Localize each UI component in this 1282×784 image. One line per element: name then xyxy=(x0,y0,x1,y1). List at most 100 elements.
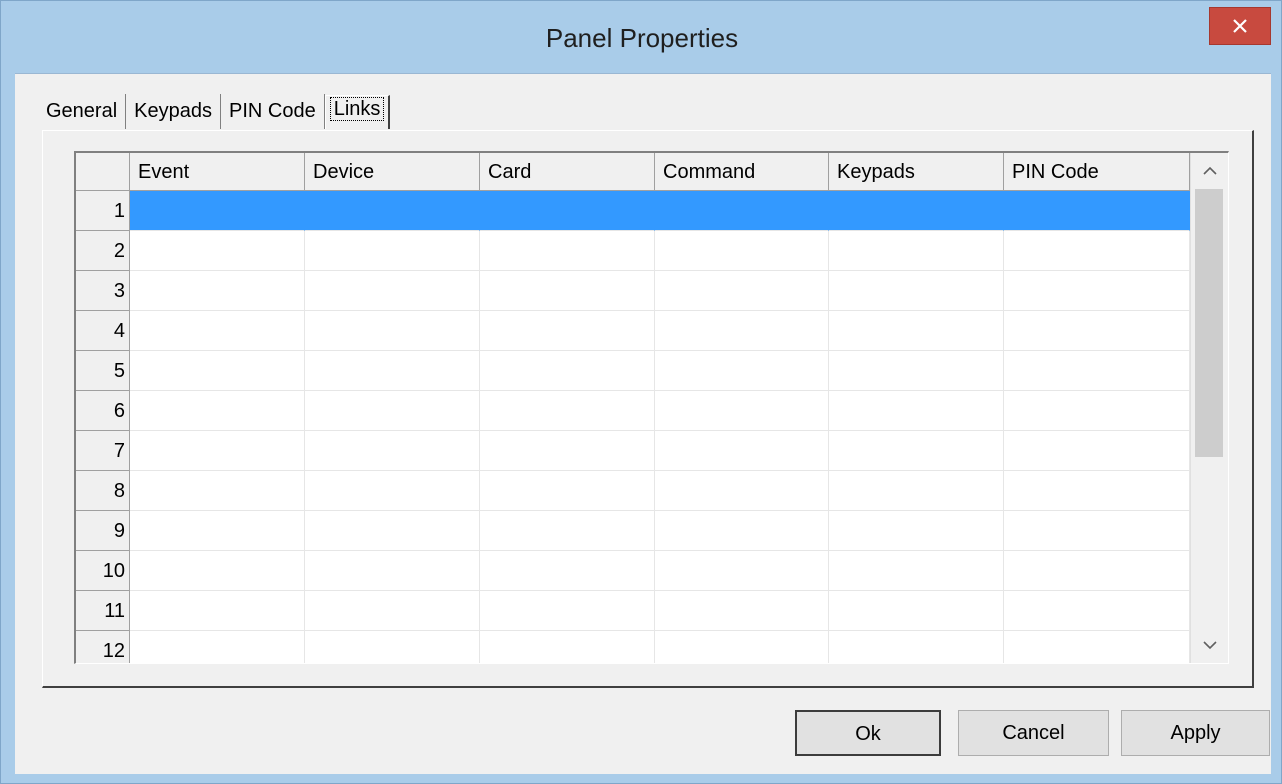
grid-cell-command[interactable] xyxy=(655,231,829,271)
grid-cell-keypads[interactable] xyxy=(829,271,1004,311)
grid-cell-event[interactable] xyxy=(130,431,305,471)
grid-cell-card[interactable] xyxy=(480,511,655,551)
grid-cell-pin-code[interactable] xyxy=(1004,391,1190,431)
grid-cell-device[interactable] xyxy=(305,271,480,311)
grid-cell-command[interactable] xyxy=(655,471,829,511)
grid-cell-pin-code[interactable] xyxy=(1004,591,1190,631)
grid-cell-event[interactable] xyxy=(130,471,305,511)
grid-cell-pin-code[interactable] xyxy=(1004,311,1190,351)
column-header-event[interactable]: Event xyxy=(130,153,305,191)
grid-cell-pin-code[interactable] xyxy=(1004,551,1190,591)
grid-cell-keypads[interactable] xyxy=(829,311,1004,351)
tab-pin-code[interactable]: PIN Code xyxy=(221,94,325,129)
ok-button[interactable]: Ok xyxy=(795,710,941,756)
grid-cell-card[interactable] xyxy=(480,311,655,351)
grid-cell-pin-code[interactable] xyxy=(1004,471,1190,511)
grid-cell-event[interactable] xyxy=(130,631,305,663)
grid-cell-device[interactable] xyxy=(305,471,480,511)
close-button[interactable] xyxy=(1209,7,1271,45)
grid-cell-pin-code[interactable] xyxy=(1004,271,1190,311)
vertical-scrollbar[interactable] xyxy=(1190,153,1228,663)
grid-cell-event[interactable] xyxy=(130,231,305,271)
grid-cell-card[interactable] xyxy=(480,231,655,271)
grid-cell-card[interactable] xyxy=(480,271,655,311)
grid-cell-keypads[interactable] xyxy=(829,391,1004,431)
row-header[interactable]: 1 xyxy=(76,191,130,231)
grid-cell-keypads[interactable] xyxy=(829,591,1004,631)
column-header-device[interactable]: Device xyxy=(305,153,480,191)
grid-cell-command[interactable] xyxy=(655,591,829,631)
grid-cell-card[interactable] xyxy=(480,351,655,391)
grid-cell-card[interactable] xyxy=(480,431,655,471)
grid-cell-event[interactable] xyxy=(130,191,305,231)
grid-cell-keypads[interactable] xyxy=(829,191,1004,231)
grid-cell-event[interactable] xyxy=(130,511,305,551)
title-bar[interactable]: Panel Properties xyxy=(1,1,1282,73)
grid-cell-keypads[interactable] xyxy=(829,431,1004,471)
scroll-down-button[interactable] xyxy=(1191,627,1228,663)
grid-cell-card[interactable] xyxy=(480,551,655,591)
grid-cell-pin-code[interactable] xyxy=(1004,431,1190,471)
grid-cell-command[interactable] xyxy=(655,431,829,471)
grid-cell-device[interactable] xyxy=(305,551,480,591)
grid-cell-event[interactable] xyxy=(130,391,305,431)
grid-cell-keypads[interactable] xyxy=(829,551,1004,591)
grid-cell-device[interactable] xyxy=(305,191,480,231)
row-header[interactable]: 6 xyxy=(76,391,130,431)
tab-general[interactable]: General xyxy=(38,94,127,129)
scroll-up-button[interactable] xyxy=(1191,153,1228,189)
column-header-card[interactable]: Card xyxy=(480,153,655,191)
grid-cell-device[interactable] xyxy=(305,431,480,471)
grid-cell-command[interactable] xyxy=(655,191,829,231)
grid-cell-pin-code[interactable] xyxy=(1004,231,1190,271)
grid-cell-card[interactable] xyxy=(480,631,655,663)
tab-links[interactable]: Links xyxy=(324,95,391,129)
grid-cell-keypads[interactable] xyxy=(829,351,1004,391)
grid-cell-device[interactable] xyxy=(305,351,480,391)
grid-cell-command[interactable] xyxy=(655,511,829,551)
row-header[interactable]: 11 xyxy=(76,591,130,631)
grid-cell-keypads[interactable] xyxy=(829,231,1004,271)
apply-button[interactable]: Apply xyxy=(1121,710,1270,756)
links-grid[interactable]: Event Device Card Command Keypads PIN Co… xyxy=(74,151,1229,664)
grid-cell-card[interactable] xyxy=(480,471,655,511)
row-header[interactable]: 3 xyxy=(76,271,130,311)
grid-cell-pin-code[interactable] xyxy=(1004,351,1190,391)
column-header-keypads[interactable]: Keypads xyxy=(829,153,1004,191)
grid-cell-card[interactable] xyxy=(480,191,655,231)
column-header-command[interactable]: Command xyxy=(655,153,829,191)
grid-cell-command[interactable] xyxy=(655,271,829,311)
grid-cell-command[interactable] xyxy=(655,351,829,391)
row-header[interactable]: 9 xyxy=(76,511,130,551)
grid-cell-device[interactable] xyxy=(305,311,480,351)
scrollbar-thumb[interactable] xyxy=(1195,189,1223,457)
grid-cell-command[interactable] xyxy=(655,551,829,591)
row-header[interactable]: 10 xyxy=(76,551,130,591)
grid-cell-command[interactable] xyxy=(655,631,829,663)
grid-cell-command[interactable] xyxy=(655,391,829,431)
grid-cell-keypads[interactable] xyxy=(829,631,1004,663)
grid-cell-device[interactable] xyxy=(305,231,480,271)
grid-cell-card[interactable] xyxy=(480,391,655,431)
grid-cell-card[interactable] xyxy=(480,591,655,631)
grid-cell-command[interactable] xyxy=(655,311,829,351)
row-header[interactable]: 4 xyxy=(76,311,130,351)
cancel-button[interactable]: Cancel xyxy=(958,710,1109,756)
tab-keypads[interactable]: Keypads xyxy=(126,94,221,129)
column-header-pin-code[interactable]: PIN Code xyxy=(1004,153,1190,191)
grid-cell-event[interactable] xyxy=(130,351,305,391)
grid-cell-device[interactable] xyxy=(305,511,480,551)
grid-cell-keypads[interactable] xyxy=(829,511,1004,551)
grid-cell-device[interactable] xyxy=(305,591,480,631)
grid-cell-device[interactable] xyxy=(305,391,480,431)
row-header[interactable]: 8 xyxy=(76,471,130,511)
row-header[interactable]: 7 xyxy=(76,431,130,471)
grid-cell-pin-code[interactable] xyxy=(1004,191,1190,231)
grid-cell-keypads[interactable] xyxy=(829,471,1004,511)
row-header[interactable]: 5 xyxy=(76,351,130,391)
grid-cell-event[interactable] xyxy=(130,551,305,591)
grid-cell-event[interactable] xyxy=(130,591,305,631)
grid-cell-pin-code[interactable] xyxy=(1004,631,1190,663)
row-header[interactable]: 12 xyxy=(76,631,130,663)
grid-cell-event[interactable] xyxy=(130,311,305,351)
